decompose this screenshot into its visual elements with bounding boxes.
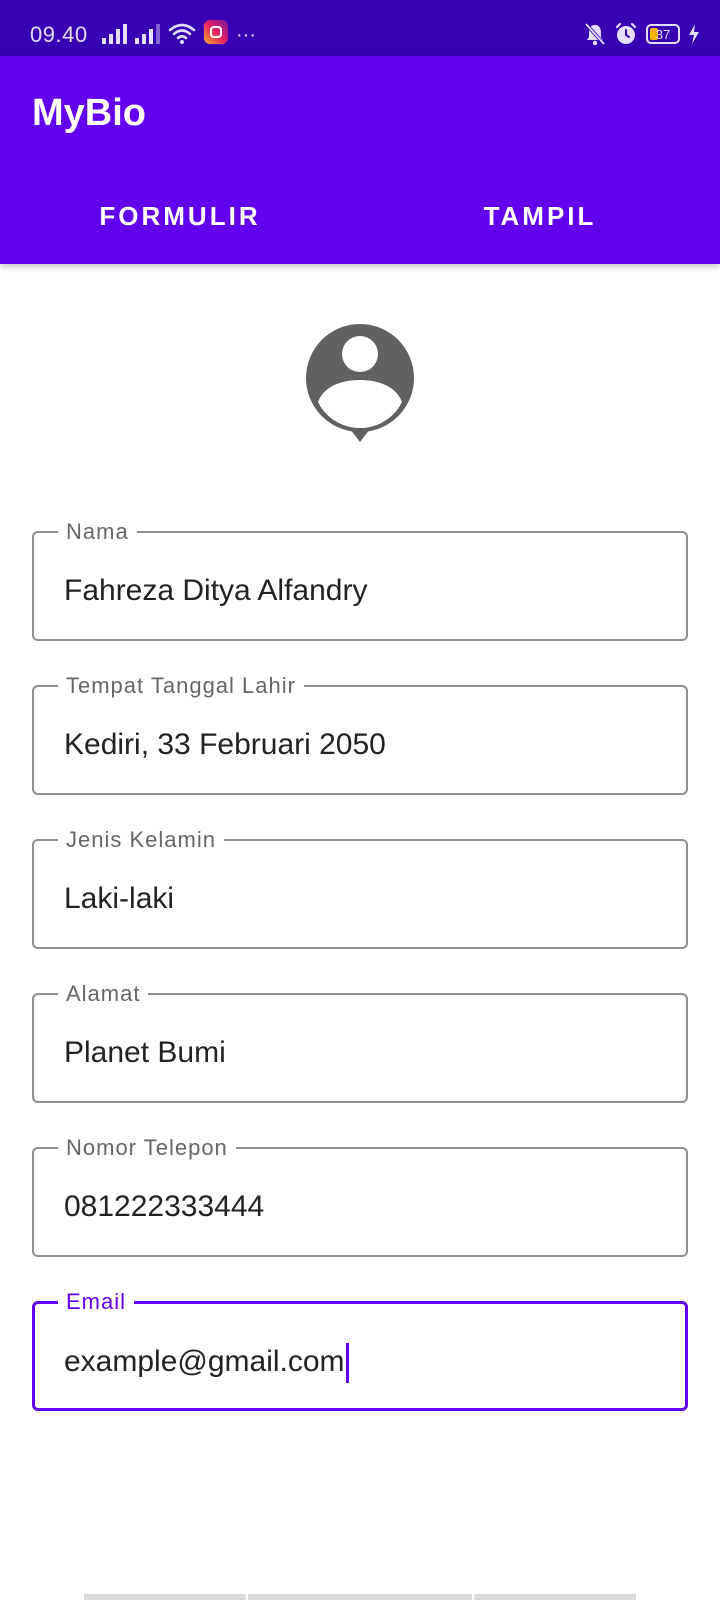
text-cursor xyxy=(345,1343,349,1383)
email-field[interactable]: Email example@gmail.com xyxy=(32,1287,688,1411)
mute-notifications-icon xyxy=(584,22,606,46)
wifi-icon xyxy=(168,23,196,44)
more-dots-icon: ··· xyxy=(236,24,256,46)
nav-hint-bar xyxy=(474,1594,636,1600)
tempat-tanggal-lahir-value[interactable]: Kediri, 33 Februari 2050 xyxy=(64,727,386,763)
jenis-kelamin-field[interactable]: Jenis Kelamin Laki-laki xyxy=(32,825,688,949)
nama-field[interactable]: Nama Fahreza Ditya Alfandry xyxy=(32,517,688,641)
app-bar: MyBio FORMULIR TAMPIL xyxy=(0,56,720,264)
status-bar: 09.40 ··· 37 xyxy=(0,0,720,56)
nomor-telepon-value[interactable]: 081222333444 xyxy=(64,1189,264,1225)
alamat-label: Alamat xyxy=(58,979,149,1009)
alamat-value[interactable]: Planet Bumi xyxy=(64,1035,226,1071)
nomor-telepon-label: Nomor Telepon xyxy=(58,1133,236,1163)
nomor-telepon-field[interactable]: Nomor Telepon 081222333444 xyxy=(32,1133,688,1257)
status-right-icons: 37 xyxy=(584,22,700,46)
tab-tampil[interactable]: TAMPIL xyxy=(360,168,720,264)
battery-icon: 37 xyxy=(646,24,680,44)
tempat-tanggal-lahir-field[interactable]: Tempat Tanggal Lahir Kediri, 33 Februari… xyxy=(32,671,688,795)
tab-formulir[interactable]: FORMULIR xyxy=(0,168,360,264)
signal-icon xyxy=(102,22,127,44)
email-label: Email xyxy=(58,1287,135,1317)
instagram-icon xyxy=(204,20,228,44)
nav-hint-bar xyxy=(84,1594,246,1600)
tab-bar: FORMULIR TAMPIL xyxy=(0,168,720,264)
email-value: example@gmail.com xyxy=(64,1344,345,1378)
jenis-kelamin-label: Jenis Kelamin xyxy=(58,825,224,855)
nama-value[interactable]: Fahreza Ditya Alfandry xyxy=(64,573,367,609)
avatar xyxy=(300,322,420,446)
person-pin-icon xyxy=(306,324,414,442)
app-title: MyBio xyxy=(32,92,146,134)
alamat-field[interactable]: Alamat Planet Bumi xyxy=(32,979,688,1103)
status-left-icons: ··· xyxy=(102,20,256,46)
battery-level: 37 xyxy=(655,26,671,42)
nav-hint-bar xyxy=(248,1594,472,1600)
email-input[interactable]: example@gmail.com xyxy=(64,1343,349,1383)
tempat-tanggal-lahir-label: Tempat Tanggal Lahir xyxy=(58,671,304,701)
nama-label: Nama xyxy=(58,517,137,547)
charging-icon xyxy=(689,24,699,44)
signal-icon xyxy=(135,22,160,44)
status-time: 09.40 xyxy=(30,22,88,47)
jenis-kelamin-value[interactable]: Laki-laki xyxy=(64,881,174,917)
alarm-icon xyxy=(615,22,637,44)
